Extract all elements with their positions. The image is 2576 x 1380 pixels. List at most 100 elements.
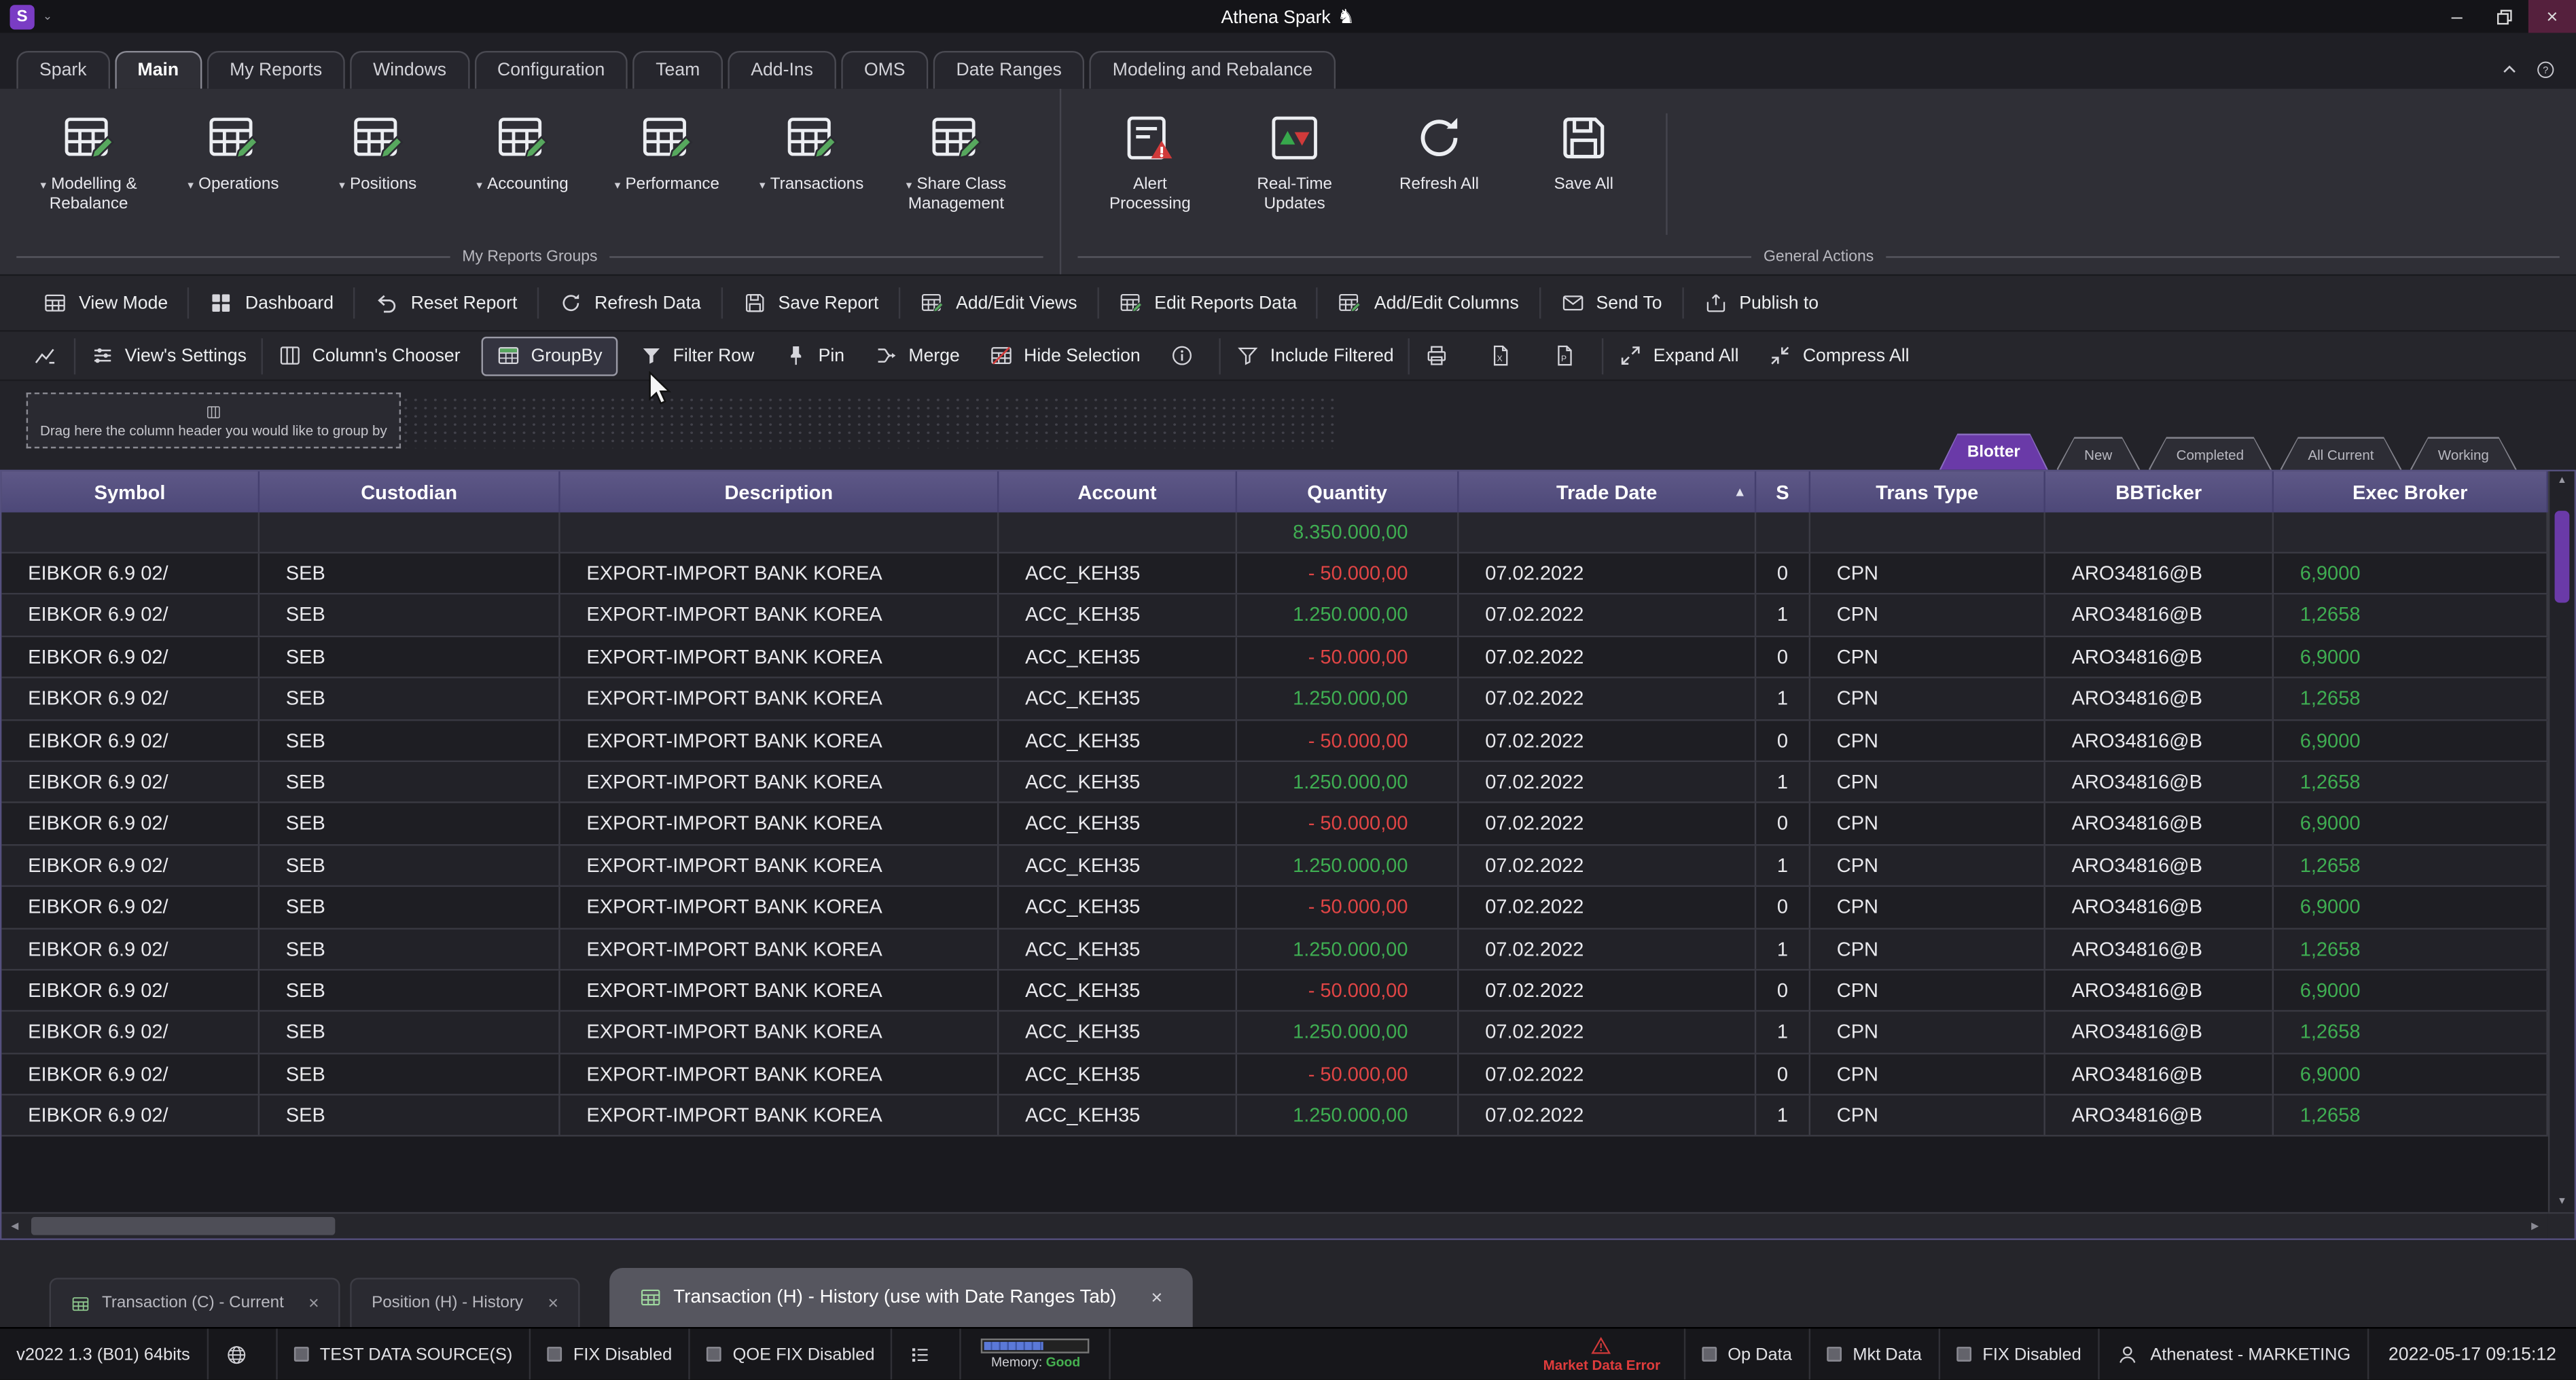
- table-row[interactable]: EIBKOR 6.9 02/SEBEXPORT-IMPORT BANK KORE…: [1, 970, 2574, 1012]
- ribbon-tab[interactable]: Modeling and Rebalance: [1090, 51, 1336, 89]
- toolbar-button[interactable]: Column's Chooser: [262, 338, 476, 374]
- toolbar-button[interactable]: Include Filtered: [1219, 338, 1409, 374]
- maximize-button[interactable]: [2481, 0, 2528, 33]
- ribbon-report-item[interactable]: ▾Share Class Management: [884, 110, 1028, 215]
- cell-exec_broker: 1,2658: [2274, 929, 2548, 969]
- table-row[interactable]: EIBKOR 6.9 02/SEBEXPORT-IMPORT BANK KORE…: [1, 929, 2574, 970]
- column-header-trade_date[interactable]: Trade Date▲: [1459, 471, 1757, 512]
- close-button[interactable]: ×: [2528, 0, 2576, 33]
- ribbon-action-item[interactable]: Refresh All: [1382, 110, 1497, 215]
- ribbon-tab[interactable]: Main: [115, 51, 202, 89]
- scroll-up-icon[interactable]: ▲: [2550, 471, 2574, 491]
- column-header-symbol[interactable]: Symbol: [1, 471, 260, 512]
- toolbar-button[interactable]: Hide Selection: [975, 338, 1156, 374]
- column-header-s[interactable]: S: [1756, 471, 1810, 512]
- toolbar-button[interactable]: Merge: [859, 338, 975, 374]
- toolbar-button[interactable]: View Mode: [23, 287, 190, 319]
- ribbon-report-item[interactable]: ▾Modelling & Rebalance: [16, 110, 161, 215]
- dropdown-caret-icon: ▾: [906, 181, 912, 192]
- toolbar-button[interactable]: GroupBy: [482, 336, 617, 376]
- table-row[interactable]: EIBKOR 6.9 02/SEBEXPORT-IMPORT BANK KORE…: [1, 1095, 2574, 1137]
- vertical-scrollbar[interactable]: ▲ ▼: [2548, 471, 2575, 1212]
- ribbon-tab[interactable]: Add-Ins: [728, 51, 836, 89]
- ribbon-tab[interactable]: Windows: [350, 51, 469, 89]
- table-row[interactable]: EIBKOR 6.9 02/SEBEXPORT-IMPORT BANK KORE…: [1, 762, 2574, 803]
- ribbon-tab[interactable]: Team: [632, 51, 723, 89]
- minimize-button[interactable]: –: [2433, 0, 2481, 33]
- column-header-quantity[interactable]: Quantity: [1237, 471, 1459, 512]
- table-row[interactable]: EIBKOR 6.9 02/SEBEXPORT-IMPORT BANK KORE…: [1, 595, 2574, 636]
- vertical-scroll-thumb[interactable]: [2555, 511, 2570, 602]
- column-header-trans_type[interactable]: Trans Type: [1810, 471, 2045, 512]
- app-menu-caret-icon[interactable]: ⌄: [43, 10, 52, 23]
- scroll-down-icon[interactable]: ▼: [2550, 1193, 2574, 1212]
- document-tab[interactable]: Position (H) - History ×: [351, 1277, 580, 1327]
- toolbar-button[interactable]: [1539, 338, 1603, 374]
- table-row[interactable]: EIBKOR 6.9 02/SEBEXPORT-IMPORT BANK KORE…: [1, 678, 2574, 720]
- table-row[interactable]: EIBKOR 6.9 02/SEBEXPORT-IMPORT BANK KORE…: [1, 846, 2574, 887]
- chart-settings-button[interactable]: [16, 343, 74, 367]
- view-tab[interactable]: New: [2056, 437, 2140, 469]
- table-row[interactable]: EIBKOR 6.9 02/SEBEXPORT-IMPORT BANK KORE…: [1, 637, 2574, 678]
- toolbar-button[interactable]: [1474, 338, 1538, 374]
- toolbar-button[interactable]: Save Report: [722, 287, 900, 319]
- toolbar-button[interactable]: [1408, 338, 1474, 374]
- horizontal-scroll-thumb[interactable]: [31, 1217, 335, 1235]
- close-tab-icon[interactable]: ×: [548, 1293, 558, 1313]
- view-tab[interactable]: Working: [2410, 437, 2517, 469]
- toolbar-button[interactable]: Refresh Data: [539, 287, 722, 319]
- app-menu-button[interactable]: S: [10, 4, 35, 29]
- column-header-exec_broker[interactable]: Exec Broker: [2274, 471, 2548, 512]
- table-row[interactable]: EIBKOR 6.9 02/SEBEXPORT-IMPORT BANK KORE…: [1, 887, 2574, 928]
- column-header-custodian[interactable]: Custodian: [260, 471, 560, 512]
- toolbar-button[interactable]: Reset Report: [355, 287, 538, 319]
- close-tab-icon[interactable]: ×: [308, 1293, 319, 1313]
- view-tab[interactable]: All Current: [2280, 437, 2401, 469]
- toolbar-button[interactable]: Publish to: [1683, 287, 1838, 319]
- document-tab[interactable]: Transaction (C) - Current ×: [50, 1277, 341, 1327]
- collapse-ribbon-icon[interactable]: [2499, 59, 2520, 80]
- table-row[interactable]: EIBKOR 6.9 02/SEBEXPORT-IMPORT BANK KORE…: [1, 803, 2574, 845]
- scroll-left-icon[interactable]: ◂: [1, 1214, 28, 1238]
- horizontal-scrollbar[interactable]: ◂ ▸: [1, 1212, 2547, 1239]
- toolbar-button[interactable]: Filter Row: [624, 338, 769, 374]
- table-row[interactable]: EIBKOR 6.9 02/SEBEXPORT-IMPORT BANK KORE…: [1, 553, 2574, 595]
- table-row[interactable]: EIBKOR 6.9 02/SEBEXPORT-IMPORT BANK KORE…: [1, 721, 2574, 762]
- toolbar-button[interactable]: [1155, 338, 1219, 374]
- document-tab[interactable]: Transaction (H) - History (use with Date…: [609, 1268, 1192, 1327]
- ribbon-report-item[interactable]: ▾Performance: [594, 110, 739, 195]
- column-header-account[interactable]: Account: [999, 471, 1237, 512]
- status-item: Mkt Data: [1810, 1328, 1939, 1379]
- column-header-description[interactable]: Description: [560, 471, 999, 512]
- view-tab[interactable]: Blotter: [1939, 433, 2048, 469]
- toolbar-button[interactable]: Pin: [769, 338, 859, 374]
- ribbon-tab[interactable]: Date Ranges: [933, 51, 1085, 89]
- ribbon-report-item[interactable]: ▾Accounting: [450, 110, 595, 195]
- scroll-right-icon[interactable]: ▸: [2522, 1214, 2548, 1238]
- toolbar-button[interactable]: Edit Reports Data: [1098, 287, 1319, 319]
- toolbar-button[interactable]: Add/Edit Views: [900, 287, 1098, 319]
- ribbon-report-item[interactable]: ▾Operations: [161, 110, 306, 195]
- ribbon-action-item[interactable]: Real-Time Updates: [1237, 110, 1352, 215]
- table-row[interactable]: EIBKOR 6.9 02/SEBEXPORT-IMPORT BANK KORE…: [1, 1012, 2574, 1053]
- groupby-drop-area[interactable]: Drag here the column header you would li…: [26, 393, 401, 448]
- ribbon-tab[interactable]: Spark: [16, 51, 109, 89]
- ribbon-tab[interactable]: My Reports: [207, 51, 345, 89]
- toolbar-button[interactable]: Send To: [1540, 287, 1683, 319]
- close-tab-icon[interactable]: ×: [1151, 1286, 1162, 1309]
- table-row[interactable]: EIBKOR 6.9 02/SEBEXPORT-IMPORT BANK KORE…: [1, 1054, 2574, 1095]
- help-icon[interactable]: [2535, 59, 2556, 80]
- ribbon-tab[interactable]: Configuration: [474, 51, 628, 89]
- ribbon-action-item[interactable]: Alert Processing: [1092, 110, 1207, 215]
- toolbar-button[interactable]: View's Settings: [74, 338, 262, 374]
- toolbar-button[interactable]: Expand All: [1603, 338, 1753, 374]
- ribbon-report-item[interactable]: ▾Positions: [306, 110, 450, 195]
- toolbar-button[interactable]: Dashboard: [190, 287, 355, 319]
- toolbar-button[interactable]: Add/Edit Columns: [1319, 287, 1541, 319]
- ribbon-tab[interactable]: OMS: [841, 51, 928, 89]
- toolbar-button[interactable]: Compress All: [1753, 338, 1924, 374]
- view-tab[interactable]: Completed: [2149, 437, 2272, 469]
- ribbon-report-item[interactable]: ▾Transactions: [739, 110, 884, 195]
- ribbon-action-item[interactable]: Save All: [1526, 110, 1641, 215]
- column-header-bbticker[interactable]: BBTicker: [2045, 471, 2274, 512]
